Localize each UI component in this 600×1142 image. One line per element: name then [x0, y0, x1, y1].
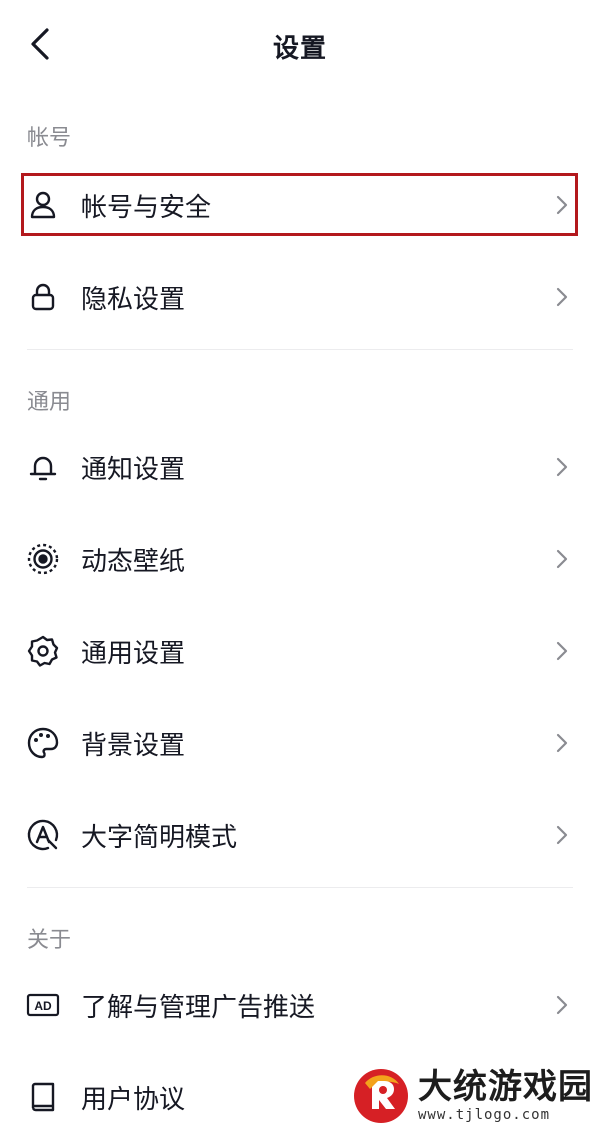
settings-item-label: 背景设置 — [81, 730, 186, 761]
watermark-url: www.tjlogo.com — [418, 1107, 551, 1123]
chevron-right-icon — [551, 824, 573, 846]
gear-icon — [24, 632, 62, 670]
book-icon — [24, 1078, 62, 1116]
wallpaper-icon — [24, 540, 62, 578]
chevron-right-icon — [551, 640, 573, 662]
watermark-name: 大统游戏园 — [418, 1067, 593, 1107]
bell-icon — [24, 448, 62, 486]
settings-item-label: 了解与管理广告推送 — [81, 992, 316, 1023]
chevron-right-icon — [551, 456, 573, 478]
settings-item-notifications[interactable]: 通知设置 — [0, 422, 600, 512]
settings-item-label: 动态壁纸 — [81, 546, 186, 577]
settings-item-label: 隐私设置 — [81, 284, 186, 315]
section-label-about: 关于 — [27, 928, 72, 953]
settings-item-label: 通知设置 — [81, 454, 186, 485]
settings-item-label: 大字简明模式 — [81, 822, 238, 853]
settings-item-background[interactable]: 背景设置 — [0, 698, 600, 788]
chevron-right-icon — [551, 994, 573, 1016]
ad-icon: AD — [24, 986, 62, 1024]
chevron-right-icon — [551, 732, 573, 754]
lock-icon — [24, 278, 62, 316]
settings-item-live-wallpaper[interactable]: 动态壁纸 — [0, 514, 600, 604]
large-font-icon — [24, 816, 62, 854]
site-watermark: 大统游戏园 www.tjlogo.com — [352, 1066, 593, 1126]
settings-item-ad-preferences[interactable]: AD 了解与管理广告推送 — [0, 960, 600, 1050]
header-bar: 设置 — [0, 0, 600, 92]
chevron-right-icon — [551, 286, 573, 308]
section-divider — [27, 349, 573, 350]
palette-icon — [24, 724, 62, 762]
settings-item-label: 通用设置 — [81, 638, 186, 669]
svg-text:AD: AD — [34, 999, 52, 1013]
section-label-general: 通用 — [27, 390, 72, 415]
section-label-account: 帐号 — [27, 126, 72, 151]
page-title: 设置 — [272, 34, 327, 64]
settings-item-general-settings[interactable]: 通用设置 — [0, 606, 600, 696]
settings-item-label: 用户协议 — [81, 1084, 186, 1115]
settings-item-large-font-mode[interactable]: 大字简明模式 — [0, 790, 600, 880]
chevron-right-icon — [551, 548, 573, 570]
highlight-box — [21, 173, 578, 236]
watermark-logo-icon — [354, 1069, 408, 1123]
section-divider — [27, 887, 573, 888]
settings-item-privacy[interactable]: 隐私设置 — [0, 252, 600, 342]
